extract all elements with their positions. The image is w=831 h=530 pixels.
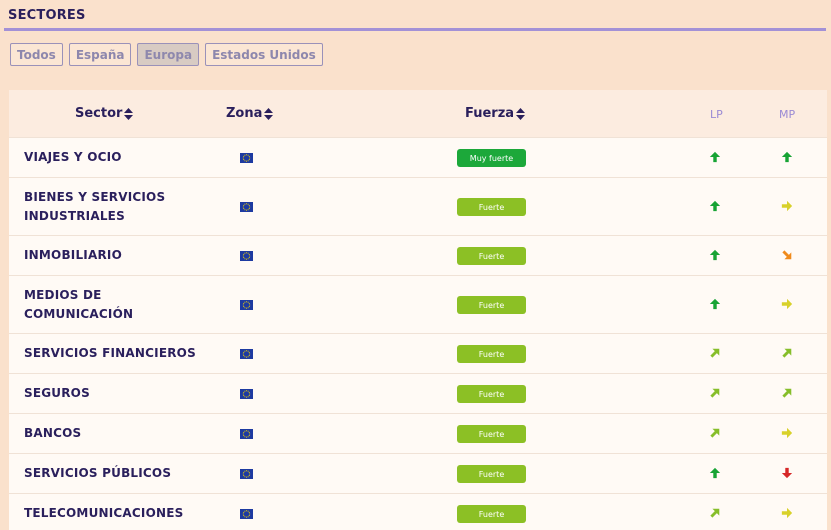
filter-todos-button[interactable]: Todos <box>10 43 63 66</box>
eu-flag-icon <box>240 509 253 519</box>
sector-name: SERVICIOS PÚBLICOS <box>24 464 171 483</box>
sector-name-line: BANCOS <box>24 426 82 440</box>
table-row[interactable]: SERVICIOS PÚBLICOS Fuerte <box>9 453 827 493</box>
zona-column-header[interactable]: Zona <box>226 106 274 121</box>
table-row[interactable]: MEDIOS DE COMUNICACIÓN Fuerte <box>9 275 827 333</box>
strength-badge: Muy fuerte <box>457 149 526 167</box>
sector-name: SEGUROS <box>24 384 90 403</box>
strength-badge: Fuerte <box>457 345 526 363</box>
sector-name: BIENES Y SERVICIOS INDUSTRIALES <box>24 188 165 226</box>
mp-column-header: MP <box>779 108 796 121</box>
sector-name-line: SERVICIOS PÚBLICOS <box>24 466 172 480</box>
strength-badge: Fuerte <box>457 465 526 483</box>
arrow-up-icon <box>709 298 723 312</box>
eu-flag-icon <box>240 300 253 310</box>
arrow-up-icon <box>709 249 723 263</box>
arrow-up-icon <box>709 467 723 481</box>
arrow-up-icon <box>781 151 795 165</box>
sort-icon <box>124 107 134 120</box>
table-row[interactable]: SERVICIOS FINANCIEROS Fuerte <box>9 333 827 373</box>
sector-name: BANCOS <box>24 424 81 443</box>
strength-badge: Fuerte <box>457 385 526 403</box>
filter-estados-unidos-button[interactable]: Estados Unidos <box>205 43 323 66</box>
sector-name-line: SEGUROS <box>24 386 90 400</box>
arrow-up-icon <box>709 200 723 214</box>
sector-name-line: INMOBILIARIO <box>24 248 122 262</box>
eu-flag-icon <box>240 349 253 359</box>
eu-flag-icon <box>240 389 253 399</box>
filter-espana-button[interactable]: España <box>68 43 132 66</box>
table-header: Sector Zona Fuerza LP MP <box>9 90 827 137</box>
table-row[interactable]: BIENES Y SERVICIOS INDUSTRIALES Fuerte <box>9 177 827 235</box>
strength-badge: Fuerte <box>457 425 526 443</box>
arrow-up-right-icon <box>709 427 723 441</box>
sector-name-line: BIENES Y SERVICIOS <box>24 190 166 204</box>
filter-europa-button[interactable]: Europa <box>137 43 200 66</box>
sector-name-line: COMUNICACIÓN <box>24 307 134 321</box>
sector-name-line: MEDIOS DE <box>24 288 102 302</box>
table-row[interactable]: SEGUROS Fuerte <box>9 373 827 413</box>
eu-flag-icon <box>240 251 253 261</box>
arrow-up-icon <box>709 151 723 165</box>
sector-name: SERVICIOS FINANCIEROS <box>24 344 196 363</box>
arrow-right-icon <box>781 507 795 521</box>
arrow-down-right-icon <box>781 249 795 263</box>
eu-flag-icon <box>240 153 253 163</box>
arrow-right-icon <box>781 298 795 312</box>
arrow-up-right-icon <box>709 387 723 401</box>
sector-name-line: INDUSTRIALES <box>24 209 125 223</box>
zone-filter-bar: Todos España Europa Estados Unidos <box>10 43 323 66</box>
strength-badge: Fuerte <box>457 296 526 314</box>
arrow-right-icon <box>781 200 795 214</box>
fuerza-header-label: Fuerza <box>465 106 515 121</box>
table-body: VIAJES Y OCIO Muy fuerte BIENES Y SERVICIO… <box>9 137 827 530</box>
zona-header-label: Zona <box>226 106 263 121</box>
strength-badge: Fuerte <box>457 198 526 216</box>
table-row[interactable]: BANCOS Fuerte <box>9 413 827 453</box>
sort-icon <box>264 107 274 120</box>
table-row[interactable]: TELECOMUNICACIONES Fuerte <box>9 493 827 530</box>
table-row[interactable]: VIAJES Y OCIO Muy fuerte <box>9 137 827 177</box>
sector-name: TELECOMUNICACIONES <box>24 504 183 523</box>
sector-column-header[interactable]: Sector <box>75 106 134 121</box>
lp-column-header: LP <box>710 108 723 121</box>
sort-icon <box>516 107 526 120</box>
strength-badge: Fuerte <box>457 247 526 265</box>
sectors-table: Sector Zona Fuerza LP MP VIAJES Y OCIO Mu… <box>9 90 827 530</box>
eu-flag-icon <box>240 202 253 212</box>
sector-name-line: VIAJES Y OCIO <box>24 150 122 164</box>
sector-name: VIAJES Y OCIO <box>24 148 122 167</box>
arrow-up-right-icon <box>709 347 723 361</box>
arrow-right-icon <box>781 427 795 441</box>
fuerza-column-header[interactable]: Fuerza <box>465 106 526 121</box>
arrow-up-right-icon <box>709 507 723 521</box>
arrow-up-right-icon <box>781 347 795 361</box>
sector-name: MEDIOS DE COMUNICACIÓN <box>24 286 133 324</box>
table-row[interactable]: INMOBILIARIO Fuerte <box>9 235 827 275</box>
sector-header-label: Sector <box>75 106 123 121</box>
title-divider <box>4 28 826 31</box>
eu-flag-icon <box>240 469 253 479</box>
eu-flag-icon <box>240 429 253 439</box>
arrow-up-right-icon <box>781 387 795 401</box>
sector-name: INMOBILIARIO <box>24 246 122 265</box>
strength-badge: Fuerte <box>457 505 526 523</box>
page-title: SECTORES <box>8 8 86 23</box>
sector-name-line: SERVICIOS FINANCIEROS <box>24 346 196 360</box>
arrow-down-icon <box>781 467 795 481</box>
sector-name-line: TELECOMUNICACIONES <box>24 506 184 520</box>
